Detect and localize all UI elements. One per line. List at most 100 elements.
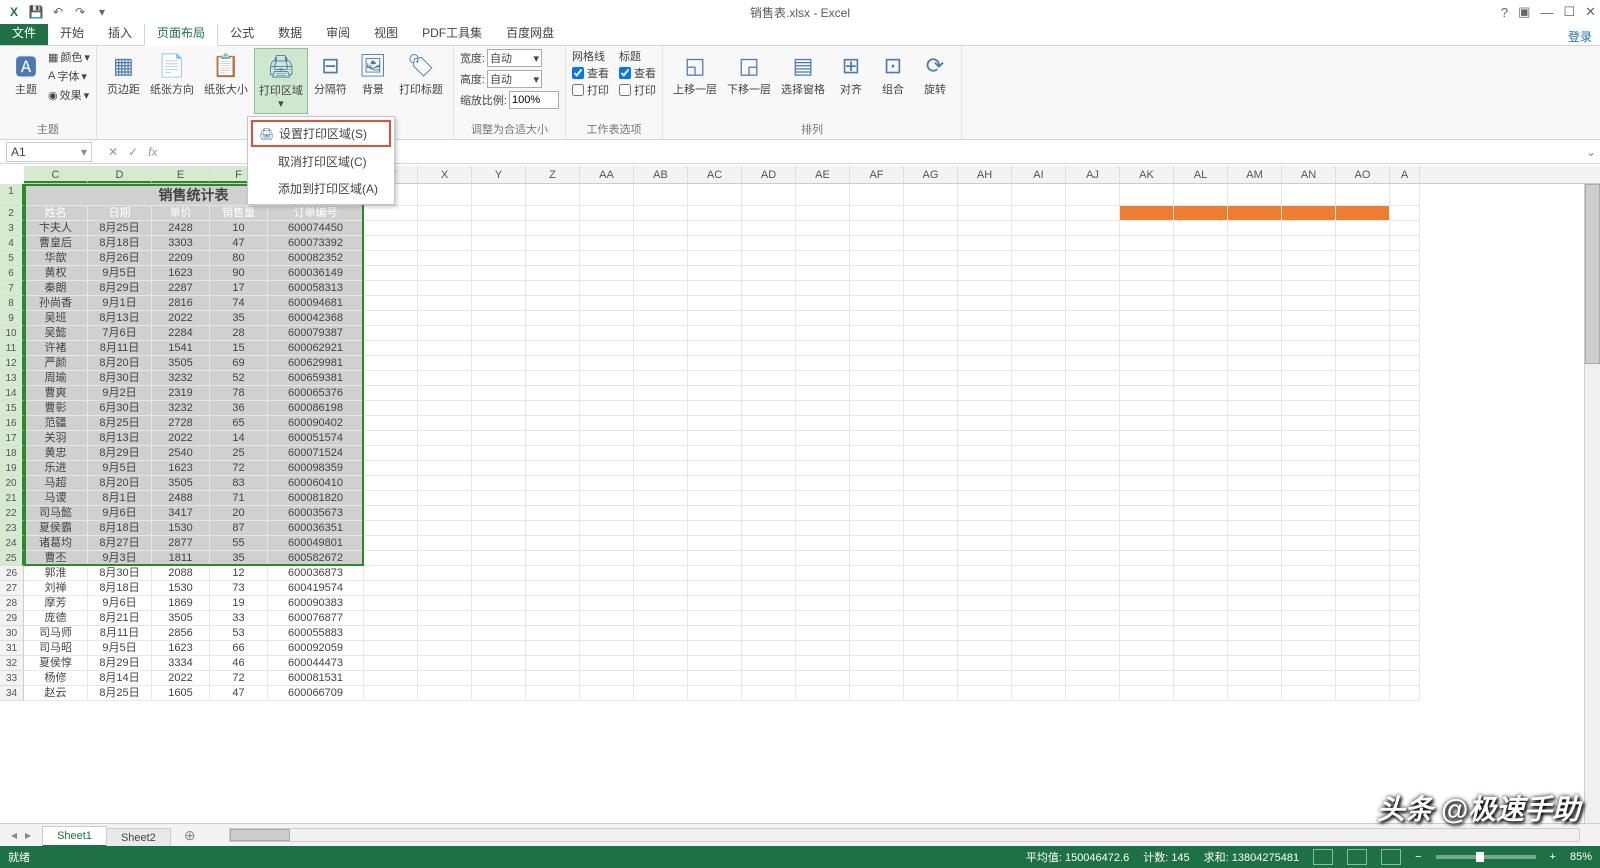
data-cell[interactable]: 36 (210, 401, 268, 416)
data-cell[interactable]: 600659381 (268, 371, 364, 386)
col-header[interactable]: AC (688, 166, 742, 183)
header-cell[interactable]: 销售量 (210, 206, 268, 221)
data-cell[interactable]: 600062921 (268, 341, 364, 356)
data-cell[interactable]: 14 (210, 431, 268, 446)
data-cell[interactable]: 600098359 (268, 461, 364, 476)
zoom-in[interactable]: + (1550, 851, 1556, 863)
data-cell[interactable]: 许褚 (24, 341, 88, 356)
col-header[interactable]: AB (634, 166, 688, 183)
data-cell[interactable]: 2209 (152, 251, 210, 266)
data-cell[interactable]: 71 (210, 491, 268, 506)
data-cell[interactable]: 10 (210, 221, 268, 236)
data-cell[interactable]: 600081531 (268, 671, 364, 686)
header-cell[interactable]: 订单编号 (268, 206, 364, 221)
data-cell[interactable]: 3334 (152, 656, 210, 671)
data-cell[interactable]: 8月21日 (88, 611, 152, 626)
height-combo[interactable]: 自动▾ (487, 70, 542, 88)
data-cell[interactable]: 摩芳 (24, 596, 88, 611)
print-titles-button[interactable]: 🏷打印标题 (395, 48, 447, 99)
data-cell[interactable]: 19 (210, 596, 268, 611)
data-cell[interactable]: 2022 (152, 311, 210, 326)
bring-forward-button[interactable]: ◱上移一层 (669, 48, 721, 99)
data-cell[interactable]: 9月5日 (88, 641, 152, 656)
clear-print-area[interactable]: 取消打印区域(C) (250, 148, 392, 175)
print-area-button[interactable]: 🖨打印区域▾ (254, 48, 308, 114)
row-header[interactable]: 10 (0, 326, 24, 341)
row-header[interactable]: 16 (0, 416, 24, 431)
close-icon[interactable]: ✕ (1585, 4, 1596, 20)
data-cell[interactable]: 夏侯惇 (24, 656, 88, 671)
col-header[interactable]: AI (1012, 166, 1066, 183)
row-header[interactable]: 20 (0, 476, 24, 491)
help-icon[interactable]: ? (1501, 5, 1508, 20)
data-cell[interactable]: 3303 (152, 236, 210, 251)
sheet-nav-last[interactable]: ▸ (22, 828, 34, 842)
margins-button[interactable]: ▦页边距 (103, 48, 144, 99)
col-header[interactable]: AK (1120, 166, 1174, 183)
data-cell[interactable]: 秦朗 (24, 281, 88, 296)
data-cell[interactable]: 杨修 (24, 671, 88, 686)
row-header[interactable]: 23 (0, 521, 24, 536)
row-header[interactable]: 27 (0, 581, 24, 596)
data-cell[interactable]: 74 (210, 296, 268, 311)
data-cell[interactable]: 范疆 (24, 416, 88, 431)
data-cell[interactable]: 8月13日 (88, 311, 152, 326)
data-cell[interactable]: 9月5日 (88, 461, 152, 476)
themes-button[interactable]: 🅰主题 (6, 48, 46, 99)
data-cell[interactable]: 9月1日 (88, 296, 152, 311)
theme-fonts[interactable]: A 字体 ▾ (48, 68, 90, 84)
theme-effects[interactable]: ◉ 效果 ▾ (48, 87, 90, 103)
data-cell[interactable]: 2428 (152, 221, 210, 236)
data-cell[interactable]: 600058313 (268, 281, 364, 296)
data-cell[interactable]: 8月29日 (88, 281, 152, 296)
data-cell[interactable]: 8月18日 (88, 236, 152, 251)
data-cell[interactable]: 35 (210, 551, 268, 566)
data-cell[interactable]: 600035673 (268, 506, 364, 521)
row-header[interactable]: 15 (0, 401, 24, 416)
data-cell[interactable]: 3505 (152, 611, 210, 626)
col-header[interactable]: AN (1282, 166, 1336, 183)
data-cell[interactable]: 9月5日 (88, 266, 152, 281)
vertical-scrollbar[interactable] (1584, 184, 1600, 823)
data-cell[interactable]: 72 (210, 671, 268, 686)
data-cell[interactable]: 3505 (152, 476, 210, 491)
data-cell[interactable]: 8月30日 (88, 371, 152, 386)
data-cell[interactable]: 15 (210, 341, 268, 356)
data-cell[interactable]: 诸葛均 (24, 536, 88, 551)
row-header[interactable]: 28 (0, 596, 24, 611)
login-link[interactable]: 登录 (1568, 28, 1592, 45)
data-cell[interactable]: 53 (210, 626, 268, 641)
data-cell[interactable]: 8月11日 (88, 626, 152, 641)
group-button[interactable]: ⊡组合 (873, 48, 913, 99)
row-header[interactable]: 32 (0, 656, 24, 671)
zoom-out[interactable]: − (1415, 851, 1421, 863)
data-cell[interactable]: 1623 (152, 641, 210, 656)
data-cell[interactable]: 2319 (152, 386, 210, 401)
data-cell[interactable]: 1530 (152, 581, 210, 596)
row-header[interactable]: 19 (0, 461, 24, 476)
fx-icon[interactable]: fx (148, 145, 157, 159)
data-cell[interactable]: 华歆 (24, 251, 88, 266)
col-header[interactable]: AJ (1066, 166, 1120, 183)
data-cell[interactable]: 8月13日 (88, 431, 152, 446)
data-cell[interactable]: 2877 (152, 536, 210, 551)
data-cell[interactable]: 12 (210, 566, 268, 581)
row-header[interactable]: 13 (0, 371, 24, 386)
orientation-button[interactable]: 📄纸张方向 (146, 48, 198, 99)
row-header[interactable]: 14 (0, 386, 24, 401)
data-cell[interactable]: 9月6日 (88, 506, 152, 521)
undo-icon[interactable]: ↶ (50, 4, 66, 20)
data-cell[interactable]: 600419574 (268, 581, 364, 596)
data-cell[interactable]: 乐进 (24, 461, 88, 476)
data-cell[interactable]: 8月20日 (88, 476, 152, 491)
col-header[interactable]: C (24, 166, 88, 183)
data-cell[interactable]: 600629981 (268, 356, 364, 371)
normal-view-button[interactable] (1313, 849, 1333, 865)
data-cell[interactable]: 600082352 (268, 251, 364, 266)
data-cell[interactable]: 8月27日 (88, 536, 152, 551)
data-cell[interactable]: 孙尚香 (24, 296, 88, 311)
data-cell[interactable]: 47 (210, 236, 268, 251)
data-cell[interactable]: 8月1日 (88, 491, 152, 506)
width-combo[interactable]: 自动▾ (487, 49, 542, 67)
data-cell[interactable]: 1541 (152, 341, 210, 356)
